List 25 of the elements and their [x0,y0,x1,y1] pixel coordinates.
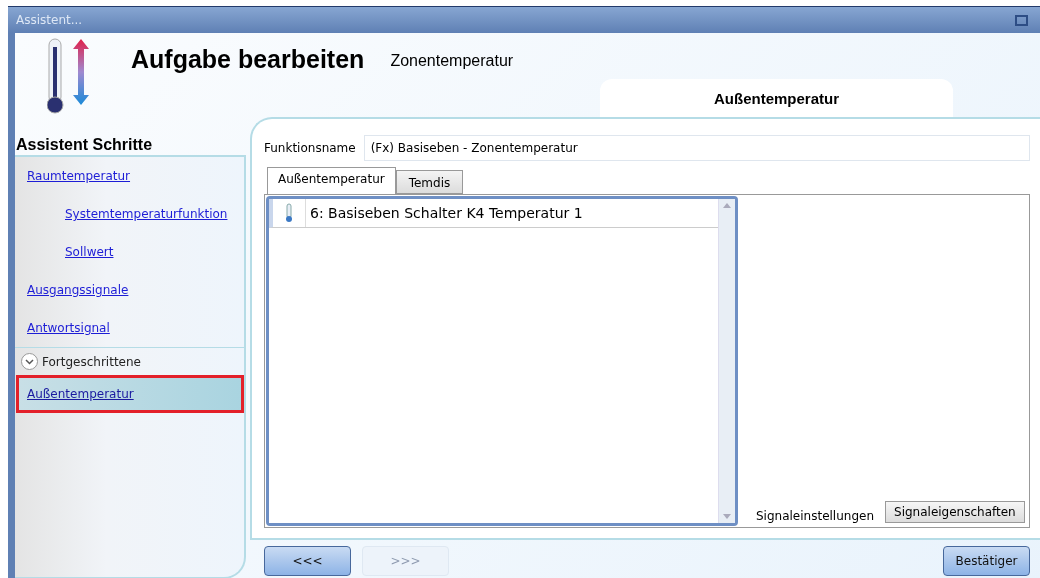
dialog-heading: Aufgabe bearbeiten [131,44,365,75]
step-link[interactable]: Raumtemperatur [19,160,241,192]
maximize-icon[interactable] [1015,14,1028,26]
tab[interactable]: Temdis [395,170,464,194]
chevron-icon[interactable] [21,353,38,370]
step-link[interactable]: Antwortsignal [19,312,241,344]
scroll-up-icon[interactable] [723,203,731,208]
step-link[interactable]: Außentemperatur [19,378,241,410]
window-title: Assistent... [16,13,84,27]
input-field[interactable]: (Fx) Basiseben - Zonentemperatur [363,135,1030,161]
page-tab[interactable]: Außentemperatur [600,79,953,117]
nav-button[interactable]: <<< [264,546,351,576]
step-link[interactable]: Ausgangssignale [19,274,241,306]
dialog-subtitle: Zonentemperatur [390,51,514,71]
tab[interactable]: Signaleigenschaften [885,501,1025,523]
field-label: Funktionsname [264,141,356,155]
step-link[interactable]: Sollwert [19,236,241,268]
scroll-down-icon[interactable] [723,514,731,519]
scrollbar[interactable] [718,199,735,523]
step-link[interactable]: Systemtemperaturfunktion [19,198,241,230]
thermometer-icon [285,203,293,223]
section-label: Fortgeschrittene [42,354,141,369]
nav-button[interactable]: Bestätiger [943,546,1030,576]
sidebar-title: Assistent Schritte [15,135,154,155]
tab[interactable]: Außentemperatur [267,167,396,194]
